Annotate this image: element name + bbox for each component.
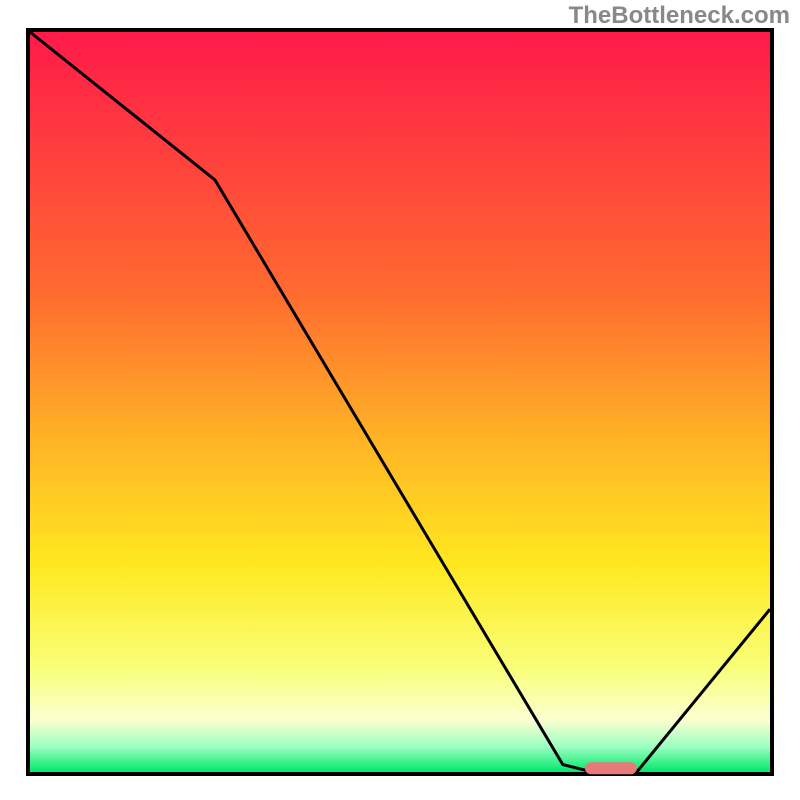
plot-background: [30, 32, 770, 772]
chart-svg: [0, 0, 800, 800]
watermark-label: TheBottleneck.com: [569, 2, 790, 30]
bottleneck-chart: TheBottleneck.com: [0, 0, 800, 800]
optimal-marker: [585, 762, 637, 774]
